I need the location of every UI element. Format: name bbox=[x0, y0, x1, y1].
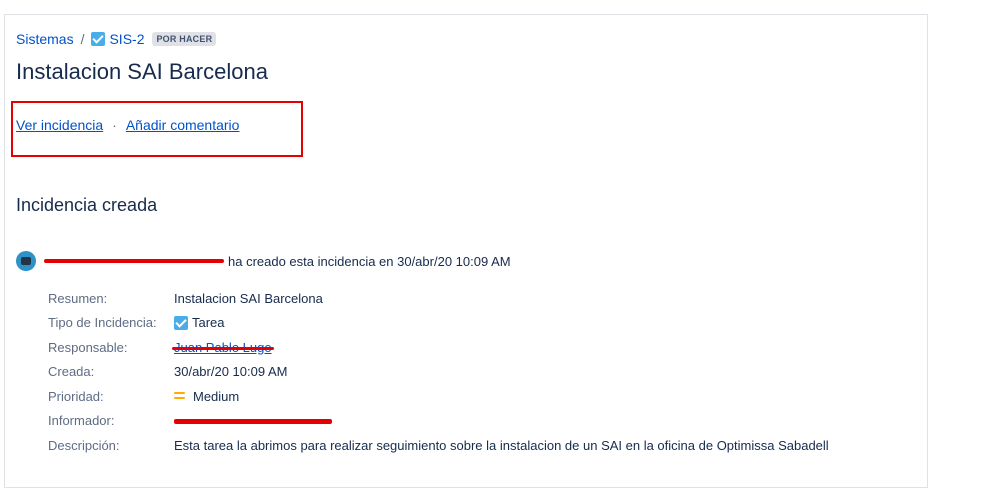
description-label: Descripción: bbox=[48, 437, 120, 453]
detail-row-priority: Prioridad: Medium bbox=[48, 384, 829, 409]
description-value: Esta tarea la abrimos para realizar segu… bbox=[174, 437, 829, 453]
checkbox-task-icon bbox=[174, 315, 188, 330]
type-value-wrap: Tarea bbox=[174, 315, 225, 330]
redacted-user-email[interactable] bbox=[44, 253, 224, 269]
detail-row-reporter: Informador: bbox=[48, 409, 829, 434]
breadcrumb-project-link[interactable]: Sistemas bbox=[16, 31, 74, 47]
redaction-mark bbox=[44, 259, 224, 263]
created-value: 30/abr/20 10:09 AM bbox=[174, 364, 288, 380]
section-title: Incidencia creada bbox=[16, 195, 158, 215]
created-label: Creada: bbox=[48, 364, 95, 380]
type-label: Tipo de Incidencia: bbox=[48, 315, 157, 331]
assignee-value-wrap: Juan Pablo Lugo bbox=[172, 340, 274, 355]
summary-value: Instalacion SAI Barcelona bbox=[174, 290, 323, 306]
assignee-link[interactable]: Juan Pablo Lugo bbox=[172, 340, 274, 355]
redaction-mark bbox=[172, 346, 274, 350]
reporter-label: Informador: bbox=[48, 413, 115, 429]
annotation-highlight-box bbox=[11, 101, 303, 157]
activity-text: ha creado esta incidencia en 30/abr/20 1… bbox=[228, 253, 511, 269]
issue-title: Instalacion SAI Barcelona bbox=[16, 59, 268, 84]
detail-row-type: Tipo de Incidencia: Tarea bbox=[48, 311, 829, 336]
priority-value-wrap: Medium bbox=[174, 389, 239, 404]
breadcrumb-issue-key-link[interactable]: SIS-2 bbox=[109, 31, 144, 47]
task-type-icon bbox=[91, 32, 106, 46]
summary-label: Resumen: bbox=[48, 290, 108, 306]
user-avatar[interactable] bbox=[16, 251, 36, 271]
priority-label: Prioridad: bbox=[48, 388, 104, 404]
activity-line: ha creado esta incidencia en 30/abr/20 1… bbox=[16, 251, 511, 271]
issue-details: Resumen: Instalacion SAI Barcelona Tipo … bbox=[48, 286, 829, 458]
reporter-value-wrap bbox=[174, 414, 332, 428]
status-badge: POR HACER bbox=[152, 32, 217, 46]
detail-row-summary: Resumen: Instalacion SAI Barcelona bbox=[48, 286, 829, 311]
priority-value: Medium bbox=[193, 388, 240, 404]
redacted-reporter-email[interactable] bbox=[174, 414, 332, 428]
redaction-mark bbox=[174, 418, 332, 424]
assignee-label: Responsable: bbox=[48, 339, 128, 355]
detail-row-description: Descripción: Esta tarea la abrimos para … bbox=[48, 433, 829, 458]
type-value: Tarea bbox=[192, 315, 225, 331]
priority-medium-icon bbox=[174, 391, 185, 401]
detail-row-created: Creada: 30/abr/20 10:09 AM bbox=[48, 360, 829, 385]
detail-row-assignee: Responsable: Juan Pablo Lugo bbox=[48, 335, 829, 360]
breadcrumb: Sistemas / SIS-2 POR HACER bbox=[16, 31, 217, 47]
breadcrumb-separator: / bbox=[80, 31, 85, 47]
